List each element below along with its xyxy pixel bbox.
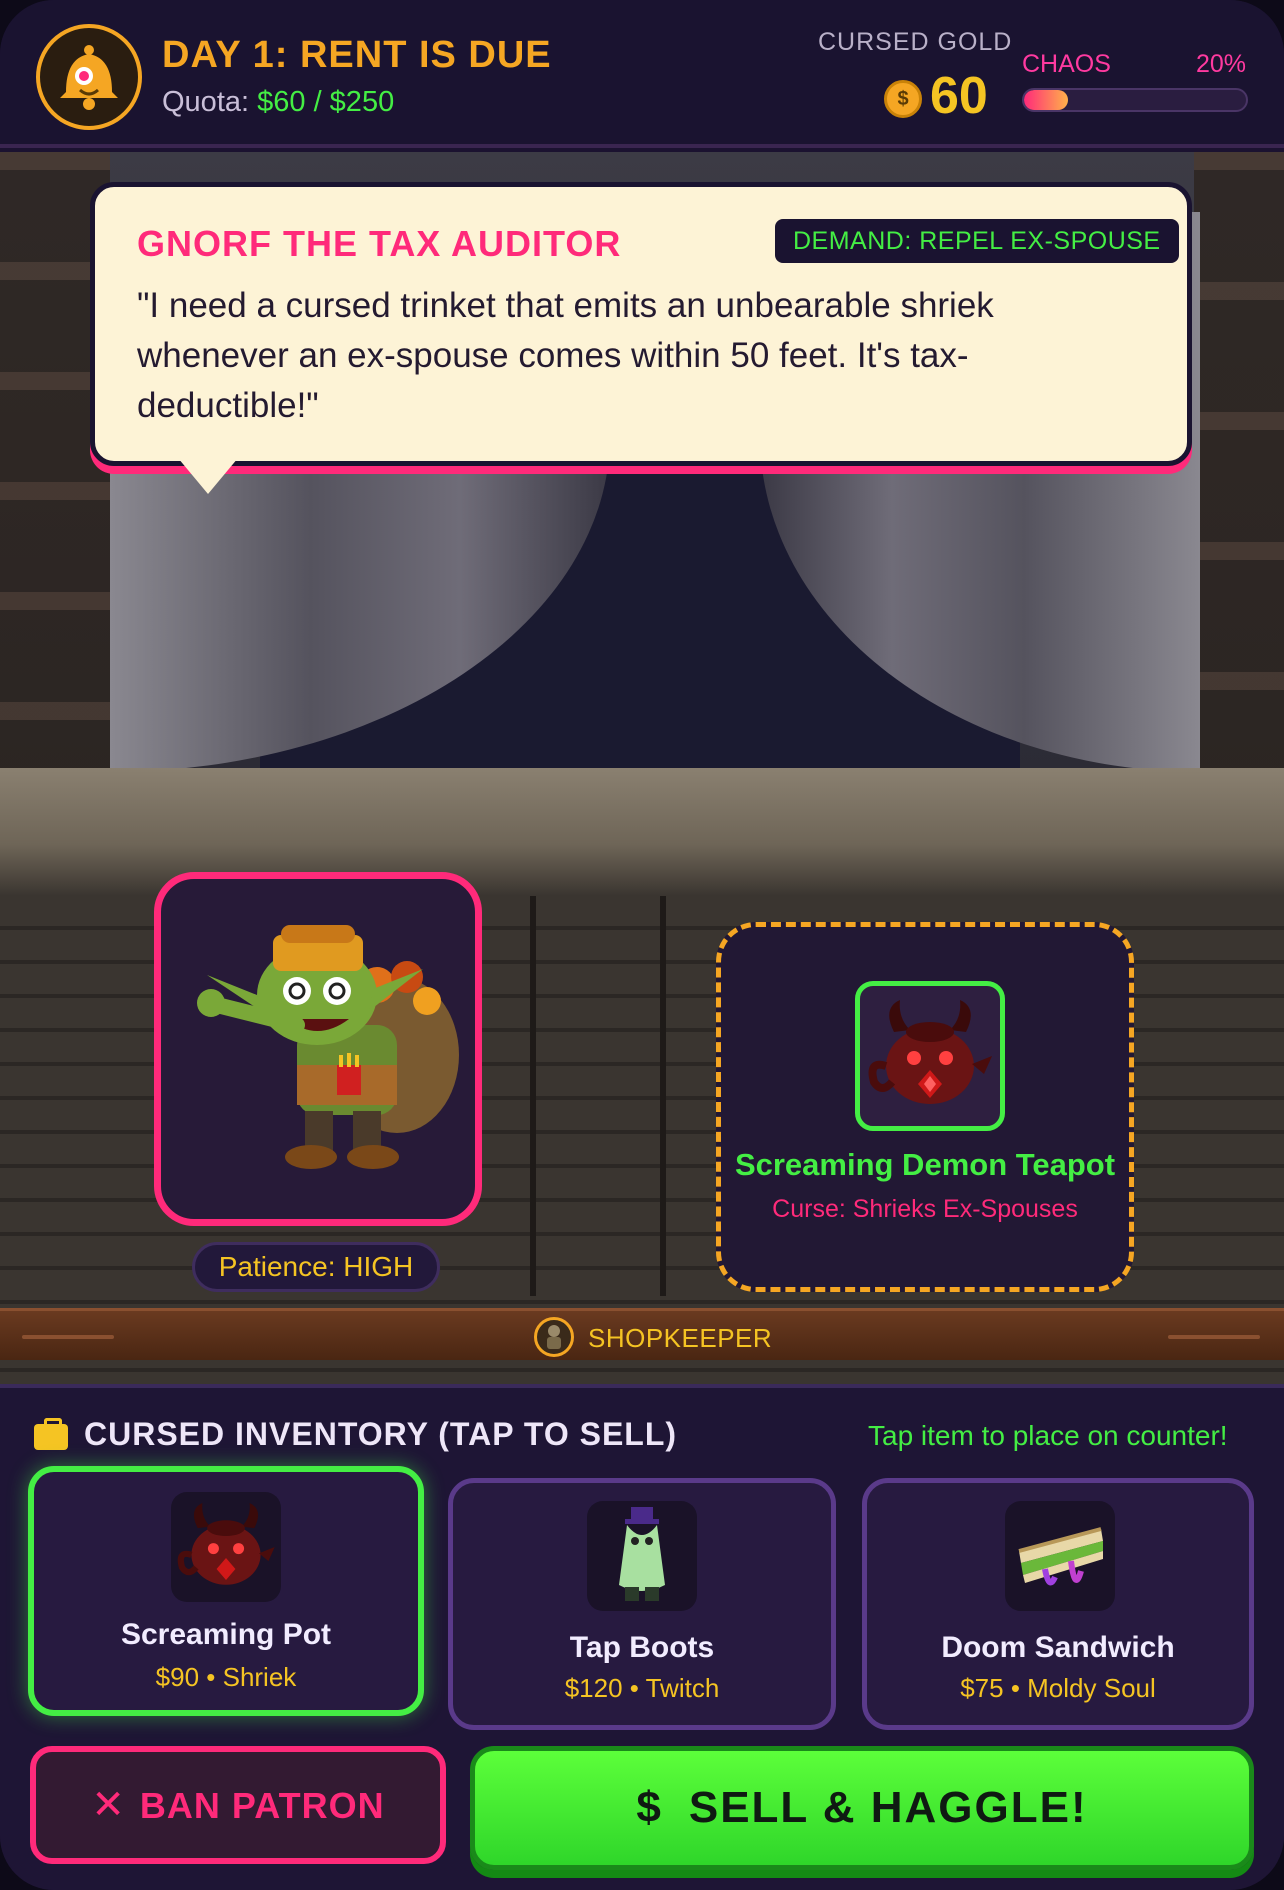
ban-patron-label: BAN PATRON — [139, 1785, 385, 1826]
chaos-meter-fill — [1024, 90, 1069, 110]
shopkeeper-avatar — [36, 24, 142, 130]
patron-portrait-card[interactable] — [154, 872, 482, 1226]
demand-badge: DEMAND: REPEL EX-SPOUSE — [775, 219, 1179, 263]
counter-item-curse: Curse: Shrieks Ex-Spouses — [772, 1195, 1078, 1223]
demon-teapot-icon — [177, 1503, 275, 1585]
chaos-label: CHAOS — [1022, 50, 1111, 78]
item-name: Tap Boots — [569, 1631, 715, 1664]
ban-patron-button[interactable]: ✕ BAN PATRON — [30, 1746, 446, 1864]
shopkeeper-figure-icon — [547, 1325, 561, 1349]
dollar-icon: $ — [636, 1783, 663, 1832]
inventory-hint: Tap item to place on counter! — [868, 1420, 1228, 1451]
item-thumbnail — [587, 1501, 697, 1611]
counter-item-thumbnail — [855, 981, 1005, 1131]
tap-boots-icon — [619, 1507, 665, 1601]
day-title: DAY 1: RENT IS DUE — [162, 34, 552, 76]
inventory-item-tap-boots[interactable]: Tap Boots $120 • Twitch — [448, 1478, 836, 1730]
counter-plank — [530, 896, 536, 1296]
chaos-meter — [1022, 88, 1248, 112]
chaos-percent: 20% — [1196, 50, 1247, 78]
bar-decoration — [1168, 1335, 1260, 1339]
item-price-curse: $120 • Twitch — [564, 1673, 720, 1703]
goblin-patron-icon — [197, 925, 459, 1169]
status-header: DAY 1: RENT IS DUE Quota: $60 / $250 CUR… — [0, 0, 1284, 148]
counter-item-slot[interactable]: Screaming Demon Teapot Curse: Shrieks Ex… — [716, 922, 1134, 1292]
bell-creature-icon — [60, 45, 118, 110]
item-name: Doom Sandwich — [941, 1631, 1175, 1664]
counter-item-name: Screaming Demon Teapot — [734, 1147, 1116, 1182]
item-thumbnail — [1005, 1501, 1115, 1611]
game-screen: DAY 1: RENT IS DUE Quota: $60 / $250 CUR… — [0, 0, 1284, 1890]
shop-scene: GNORF THE TAX AUDITOR DEMAND: REPEL EX-S… — [0, 152, 1284, 1384]
item-thumbnail — [171, 1492, 281, 1602]
patron-name: GNORF THE TAX AUDITOR — [137, 223, 622, 264]
shopkeeper-bar: SHOPKEEPER — [0, 1308, 1284, 1360]
gold-value: 60 — [930, 67, 988, 125]
right-shelf — [1194, 152, 1284, 772]
patience-indicator: Patience: HIGH — [192, 1242, 440, 1292]
item-price-curse: $75 • Moldy Soul — [960, 1673, 1156, 1703]
inventory-item-doom-sandwich[interactable]: Doom Sandwich $75 • Moldy Soul — [862, 1478, 1254, 1730]
doom-sandwich-icon — [1018, 1527, 1103, 1586]
item-price-curse: $90 • Shriek — [155, 1662, 297, 1692]
inventory-item-screaming-pot[interactable]: Screaming Pot $90 • Shriek — [28, 1466, 424, 1716]
quota-label: Quota: — [162, 86, 250, 118]
patron-quote: "I need a cursed trinket that emits an u… — [137, 286, 994, 425]
sell-haggle-button[interactable]: $ SELL & HAGGLE! — [470, 1746, 1254, 1870]
sell-haggle-label: SELL & HAGGLE! — [688, 1783, 1088, 1832]
gold-coin-icon: $ — [884, 80, 922, 118]
gold-label: CURSED GOLD — [818, 28, 1013, 56]
counter-plank — [660, 896, 666, 1296]
shopkeeper-label: SHOPKEEPER — [588, 1323, 773, 1353]
bar-decoration — [22, 1335, 114, 1339]
close-icon: ✕ — [91, 1783, 126, 1827]
inventory-title: CURSED INVENTORY (TAP TO SELL) — [84, 1416, 678, 1452]
patron-speech-bubble: GNORF THE TAX AUDITOR DEMAND: REPEL EX-S… — [90, 182, 1192, 466]
item-name: Screaming Pot — [120, 1618, 332, 1651]
briefcase-icon — [34, 1418, 68, 1450]
shopkeeper-icon — [534, 1317, 574, 1357]
quota-text: Quota: $60 / $250 — [162, 86, 394, 119]
demon-teapot-icon — [868, 1000, 992, 1104]
quota-value: $60 / $250 — [257, 86, 395, 118]
speech-bubble-tail — [178, 458, 238, 494]
